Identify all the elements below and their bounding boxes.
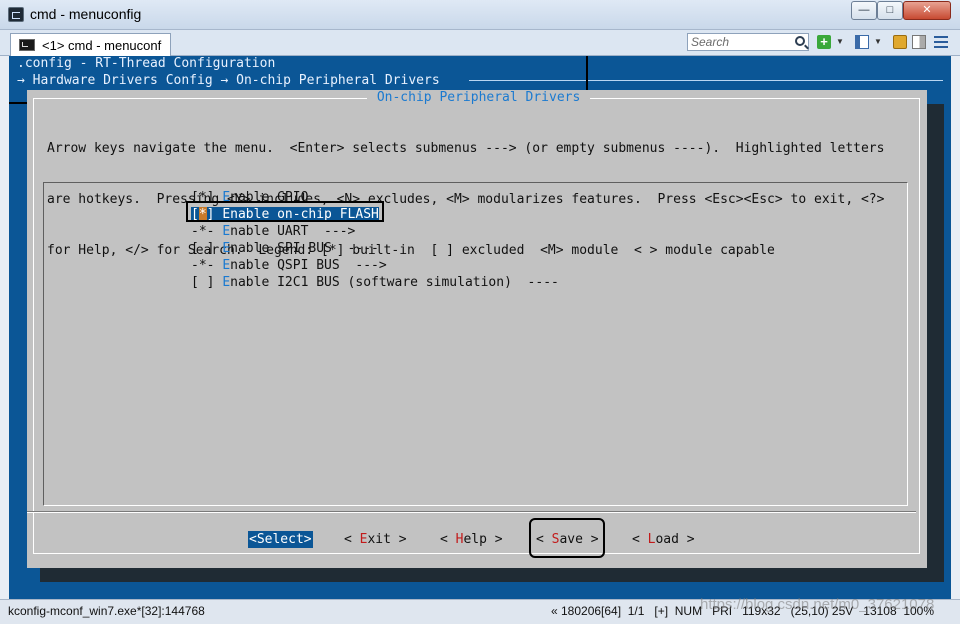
help-line: Arrow keys navigate the menu. <Enter> se…	[47, 141, 885, 156]
menu-item-hotkey: E	[222, 258, 231, 273]
menu-item-enable-uart[interactable]: -*- Enable UART --->	[191, 223, 355, 240]
tab-cmd-menuconfig[interactable]: <1> cmd - menuconf	[10, 33, 171, 56]
window-title-bar: cmd - menuconfig — □ ✕	[0, 0, 960, 30]
new-console-dropdown-icon[interactable]: ▼	[836, 35, 845, 49]
status-bar: kconfig-mconf_win7.exe*[32]:144768 « 180…	[0, 596, 960, 624]
terminal-screen[interactable]: .config - RT-Thread Configuration → Hard…	[9, 56, 951, 599]
button-divider	[27, 512, 916, 513]
console-tab-icon	[19, 39, 35, 51]
console-app-icon	[8, 7, 24, 22]
menu-list: [*] Enable GPIO [*] Enable on-chip FLASH…	[43, 182, 908, 506]
menu-item-label: nable SPI BUS ----	[230, 241, 379, 256]
menu-item-label: nable I2C1 BUS (software simulation) ---…	[230, 275, 559, 290]
split-view-dropdown-icon[interactable]: ▼	[874, 35, 883, 49]
watermark-text: https://blog.csdn.net/m0_37621078	[700, 596, 935, 613]
search-placeholder: Search	[691, 35, 730, 49]
button-bracket: <	[344, 532, 360, 547]
menu-item-hotkey: E	[222, 241, 231, 256]
highlight-annotation-selected-item	[186, 201, 384, 222]
highlight-annotation-save-button	[529, 518, 605, 558]
dialog-title: On-chip Peripheral Drivers	[367, 90, 591, 105]
menuconfig-dialog: On-chip Peripheral Drivers Arrow keys na…	[27, 90, 927, 568]
minimize-button[interactable]: —	[851, 1, 877, 20]
panel-toggle-icon[interactable]	[912, 35, 926, 49]
menu-item-enable-i2c1-bus[interactable]: [ ] Enable I2C1 BUS (software simulation…	[191, 274, 559, 291]
tab-label: <1> cmd - menuconf	[42, 38, 162, 53]
status-process: kconfig-mconf_win7.exe*[32]:144768	[8, 604, 205, 618]
new-console-icon[interactable]: +	[817, 35, 831, 49]
button-label: oad >	[655, 532, 695, 547]
button-label: xit >	[367, 532, 407, 547]
window-title: cmd - menuconfig	[30, 6, 142, 22]
menu-item-state: -*-	[191, 258, 223, 273]
menu-item-label: nable UART --->	[230, 224, 356, 239]
button-label: elp >	[463, 532, 503, 547]
maximize-button[interactable]: □	[877, 1, 903, 20]
split-view-icon[interactable]	[855, 35, 869, 49]
menu-item-state: [ ]	[191, 275, 223, 290]
search-icon[interactable]	[795, 36, 805, 46]
tab-bar: <1> cmd - menuconf Search + ▼ ▼	[0, 30, 960, 56]
menu-item-enable-spi-bus[interactable]: [ ] Enable SPI BUS ----	[191, 240, 379, 257]
hamburger-menu-icon[interactable]	[934, 36, 948, 48]
menu-item-state: -*-	[191, 224, 223, 239]
menu-item-hotkey: E	[222, 224, 231, 239]
menu-item-label: nable QSPI BUS --->	[230, 258, 387, 273]
select-button[interactable]: <Select>	[248, 531, 313, 548]
menu-item-state: [ ]	[191, 241, 223, 256]
button-bracket: <	[440, 532, 456, 547]
close-button[interactable]: ✕	[903, 1, 951, 20]
search-input[interactable]: Search	[687, 33, 809, 51]
help-button[interactable]: < Help >	[440, 531, 503, 548]
menu-item-enable-qspi-bus[interactable]: -*- Enable QSPI BUS --->	[191, 257, 387, 274]
button-bracket: <	[632, 532, 648, 547]
exit-button[interactable]: < Exit >	[344, 531, 407, 548]
menu-item-hotkey: E	[222, 275, 231, 290]
lock-icon[interactable]	[893, 35, 907, 49]
load-button[interactable]: < Load >	[632, 531, 695, 548]
